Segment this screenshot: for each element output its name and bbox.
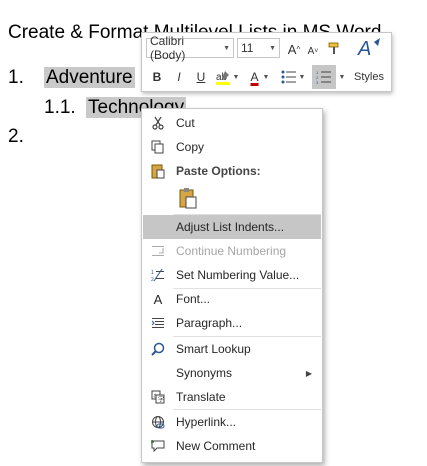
menu-item-label: Synonyms — [176, 366, 233, 380]
chevron-down-icon: ▼ — [223, 44, 230, 52]
menu-item-label: Continue Numbering — [176, 244, 287, 258]
svg-text:1: 1 — [151, 270, 154, 276]
svg-text:A: A — [357, 38, 371, 60]
numbering-dropdown[interactable]: ▼ — [336, 67, 346, 87]
paste-option-keep-text[interactable] — [143, 183, 321, 213]
menu-item-label: Hyperlink... — [176, 415, 237, 429]
shrink-font-icon[interactable]: A ˅ — [306, 41, 320, 61]
bold-button[interactable]: B — [150, 67, 164, 87]
menu-item-translate[interactable]: a字 Translate — [143, 385, 321, 409]
grow-font-label: A — [287, 41, 297, 57]
menu-item-hyperlink[interactable]: Hyperlink... — [143, 410, 321, 434]
highlight-icon[interactable]: ab ▼ — [214, 67, 240, 87]
font-name-dropdown[interactable]: Calibri (Body) ▼ — [146, 34, 234, 62]
bullets-icon[interactable]: ▼ — [280, 67, 306, 87]
mini-toolbar: Calibri (Body) ▼ 11 ▼ A ^ A ˅ A B I U ab ▼… — [141, 32, 392, 92]
format-painter-icon[interactable] — [326, 39, 342, 59]
menu-item-label: Set Numbering Value... — [176, 268, 300, 282]
font-color-icon[interactable]: A ▼ — [246, 67, 272, 87]
shrink-font-label: A — [307, 45, 315, 57]
font-color-label: A — [250, 70, 259, 84]
paste-icon — [143, 163, 173, 179]
context-menu: Cut Copy Paste Options: Adjust List Inde… — [141, 108, 323, 463]
menu-item-label: Paste Options: — [176, 164, 261, 178]
list-item[interactable]: 1. Adventure — [8, 65, 135, 91]
translate-icon: a字 — [143, 390, 173, 404]
menu-item-copy[interactable]: Copy — [143, 135, 321, 159]
new-comment-icon — [143, 439, 173, 453]
menu-item-label: Cut — [176, 116, 195, 130]
chevron-down-icon: ▼ — [269, 44, 276, 52]
menu-item-label: Paragraph... — [176, 316, 243, 330]
menu-item-label: Adjust List Indents... — [176, 220, 285, 234]
menu-item-smart-lookup[interactable]: Smart Lookup — [143, 337, 321, 361]
svg-text:字: 字 — [158, 396, 164, 404]
menu-item-font[interactable]: A Font... — [143, 287, 321, 311]
continue-numbering-icon — [143, 244, 173, 258]
list-item[interactable]: 2. — [8, 124, 24, 150]
set-numbering-icon: 12 — [143, 268, 173, 282]
menu-item-cut[interactable]: Cut — [143, 111, 321, 135]
svg-text:3: 3 — [316, 80, 319, 84]
numbering-icon[interactable]: 123 — [312, 65, 336, 89]
scissors-icon — [143, 116, 173, 130]
styles-label[interactable]: Styles — [352, 67, 386, 87]
font-icon: A — [153, 291, 163, 307]
svg-text:2: 2 — [151, 277, 154, 282]
menu-item-label: Copy — [176, 140, 205, 154]
list-text[interactable]: Adventure — [44, 67, 135, 88]
paragraph-icon — [143, 316, 173, 330]
grow-font-icon[interactable]: A ^ — [286, 39, 302, 59]
menu-item-paragraph[interactable]: Paragraph... — [143, 311, 321, 335]
font-size-value: 11 — [241, 41, 254, 55]
menu-item-label: Font... — [176, 292, 211, 306]
copy-icon — [143, 140, 173, 154]
menu-item-label: Smart Lookup — [176, 342, 251, 356]
paste-keep-text-icon[interactable] — [173, 187, 203, 209]
font-name-value: Calibri (Body) — [150, 34, 186, 62]
smart-lookup-icon — [143, 342, 173, 356]
menu-item-paste-options: Paste Options: — [143, 159, 321, 183]
italic-button[interactable]: I — [172, 67, 186, 87]
list-number: 1.1. — [44, 97, 76, 118]
menu-item-continue-numbering[interactable]: Continue Numbering — [143, 239, 321, 263]
menu-item-set-numbering-value[interactable]: 12 Set Numbering Value... — [143, 263, 321, 287]
menu-item-new-comment[interactable]: New Comment — [143, 434, 321, 458]
list-number: 1. — [8, 67, 24, 88]
menu-item-synonyms[interactable]: Synonyms ▶ — [143, 361, 321, 385]
list-number: 2. — [8, 126, 24, 147]
menu-item-label: Translate — [176, 390, 226, 404]
underline-button[interactable]: U — [194, 67, 208, 87]
menu-item-adjust-list-indents[interactable]: Adjust List Indents... — [143, 215, 321, 239]
hyperlink-icon — [143, 415, 173, 429]
font-size-dropdown[interactable]: 11 ▼ — [237, 38, 280, 58]
submenu-arrow-icon: ▶ — [305, 368, 312, 378]
styles-icon[interactable]: A — [352, 35, 386, 61]
menu-item-label: New Comment — [176, 439, 256, 453]
